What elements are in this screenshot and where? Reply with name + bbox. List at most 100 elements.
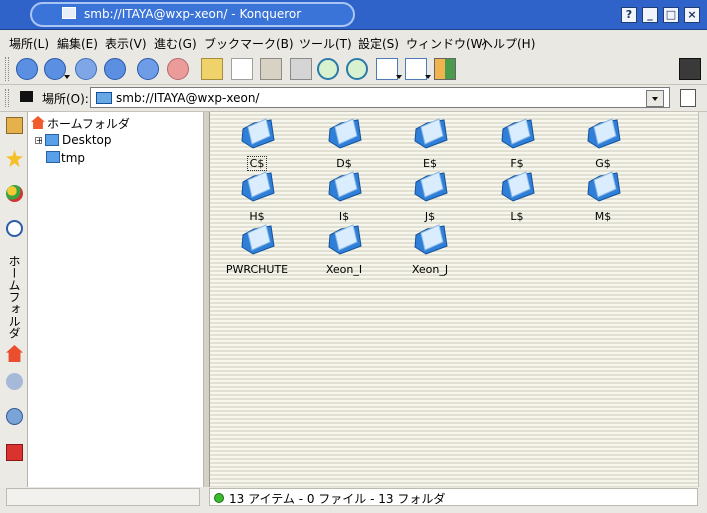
menu-bookmarks[interactable]: ブックマーク(B) [204,35,294,52]
folder-item[interactable]: E$ [395,118,465,173]
folder-item[interactable]: F$ [482,118,552,173]
copy-icon[interactable] [231,58,253,80]
reload-icon[interactable] [137,58,159,80]
sidebar-home-folder-label[interactable]: ホームフォルダ [5,255,23,345]
folder-item[interactable]: L$ [482,171,552,226]
folder-item[interactable]: H$ [222,171,292,226]
zoom-out-icon[interactable] [346,58,368,80]
file-view: C$ D$ E$ F$ G$ H$ I$ J$ L$ M$ PWRCHUTE X… [209,112,698,487]
folder-label: H$ [249,210,265,223]
go-icon[interactable] [680,89,696,107]
home-folder-icon[interactable] [6,345,23,362]
menu-location[interactable]: 場所(L) [9,35,49,52]
folder-icon [501,118,535,149]
cut-icon[interactable] [201,58,223,80]
location-label: 場所(O): [42,92,89,106]
location-url: smb://ITAYA@wxp-xeon/ [116,91,260,105]
tree-expand-icon[interactable]: + [35,137,43,145]
folder-label: L$ [510,210,524,223]
dropdown-arrow-icon [652,97,658,101]
folder-icon [501,171,535,202]
location-toolbar: 場所(O): smb://ITAYA@wxp-xeon/ [0,85,707,112]
sidebar-statusbar [6,488,200,506]
folder-item[interactable]: D$ [309,118,379,173]
window-title: smb://ITAYA@wxp-xeon/ - Konqueror [84,7,302,21]
tree-tmp-item[interactable]: tmp [61,151,85,165]
folder-label: D$ [336,157,352,170]
sidebar-config-icon[interactable] [6,117,23,134]
print-icon[interactable] [290,58,312,80]
toolbar-handle[interactable] [5,57,9,81]
zoom-in-icon[interactable] [317,58,339,80]
back-dropdown-icon[interactable] [64,75,70,79]
location-history-dropdown[interactable] [646,90,664,107]
minimize-button[interactable]: _ [642,7,658,23]
folder-item[interactable]: C$ [222,118,292,173]
location-toolbar-handle[interactable] [5,89,9,107]
layout-icon[interactable] [434,58,456,80]
folder-item[interactable]: I$ [309,171,379,226]
folder-icon [328,118,362,149]
menu-go[interactable]: 進む(G) [154,35,197,52]
bookmarks-star-icon[interactable] [6,150,23,167]
folder-icon [587,118,621,149]
web-globe-icon[interactable] [6,408,23,425]
icon-view-icon[interactable] [376,58,398,80]
detail-view-icon[interactable] [405,58,427,80]
folder-label: PWRCHUTE [225,263,289,276]
folder-item[interactable]: PWRCHUTE [222,224,292,279]
folder-icon [241,224,275,255]
root-folder-icon[interactable] [6,444,23,461]
forward-icon[interactable] [75,58,97,80]
folder-label: F$ [510,157,524,170]
vertical-scrollbar[interactable] [698,112,707,487]
title-bar[interactable]: smb://ITAYA@wxp-xeon/ - Konqueror ? _ □ … [0,0,707,30]
maximize-button[interactable]: □ [663,7,679,23]
window-folder-icon [62,7,76,19]
folder-item[interactable]: M$ [568,171,638,226]
folder-icon [328,171,362,202]
tree-home-folder-label: ホームフォルダ [47,117,130,131]
main-toolbar [0,52,707,85]
folder-item[interactable]: Xeon_J [395,224,465,279]
services-icon[interactable] [6,185,23,202]
menu-tools[interactable]: ツール(T) [299,35,352,52]
network-user-icon[interactable] [6,373,23,390]
close-button[interactable]: × [684,7,700,23]
home-icon[interactable] [104,58,126,80]
menu-bar: 場所(L) 編集(E) 表示(V) 進む(G) ブックマーク(B) ツール(T)… [0,31,707,52]
folder-item[interactable]: J$ [395,171,465,226]
folder-label: M$ [594,210,612,223]
menu-edit[interactable]: 編集(E) [57,35,98,52]
paste-icon[interactable] [260,58,282,80]
folder-label: I$ [338,210,350,223]
folder-item[interactable]: Xeon_I [309,224,379,279]
folder-label: Xeon_J [411,263,449,276]
history-clock-icon[interactable] [6,220,23,237]
sidebar-tabs: ホームフォルダ [0,112,28,487]
menu-view[interactable]: 表示(V) [105,35,147,52]
icon-view-dropdown-icon[interactable] [396,75,402,79]
konqueror-gear-icon[interactable] [679,58,701,80]
back-icon[interactable] [44,58,66,80]
tree-home-folder-item[interactable]: ホームフォルダ [31,115,181,131]
detail-view-dropdown-icon[interactable] [425,75,431,79]
desktop-folder-icon [45,134,59,146]
menu-help[interactable]: ヘルプ(H) [481,35,535,52]
folder-label: J$ [424,210,436,223]
tree-desktop-item[interactable]: Desktop [62,133,112,147]
status-bar: 13 アイテム - 0 ファイル - 13 フォルダ [209,488,698,506]
menu-settings[interactable]: 設定(S) [358,35,399,52]
folder-label: E$ [423,157,437,170]
stop-icon[interactable] [167,58,189,80]
clear-location-icon[interactable] [20,91,33,102]
help-button[interactable]: ? [621,7,637,23]
up-icon[interactable] [16,58,38,80]
folder-icon [241,118,275,149]
folder-item[interactable]: G$ [568,118,638,173]
location-input[interactable]: smb://ITAYA@wxp-xeon/ [90,87,670,108]
house-icon [31,116,45,129]
connection-status-icon [214,493,224,503]
folder-icon [241,171,275,202]
menu-window[interactable]: ウィンドウ(W) [406,35,487,52]
